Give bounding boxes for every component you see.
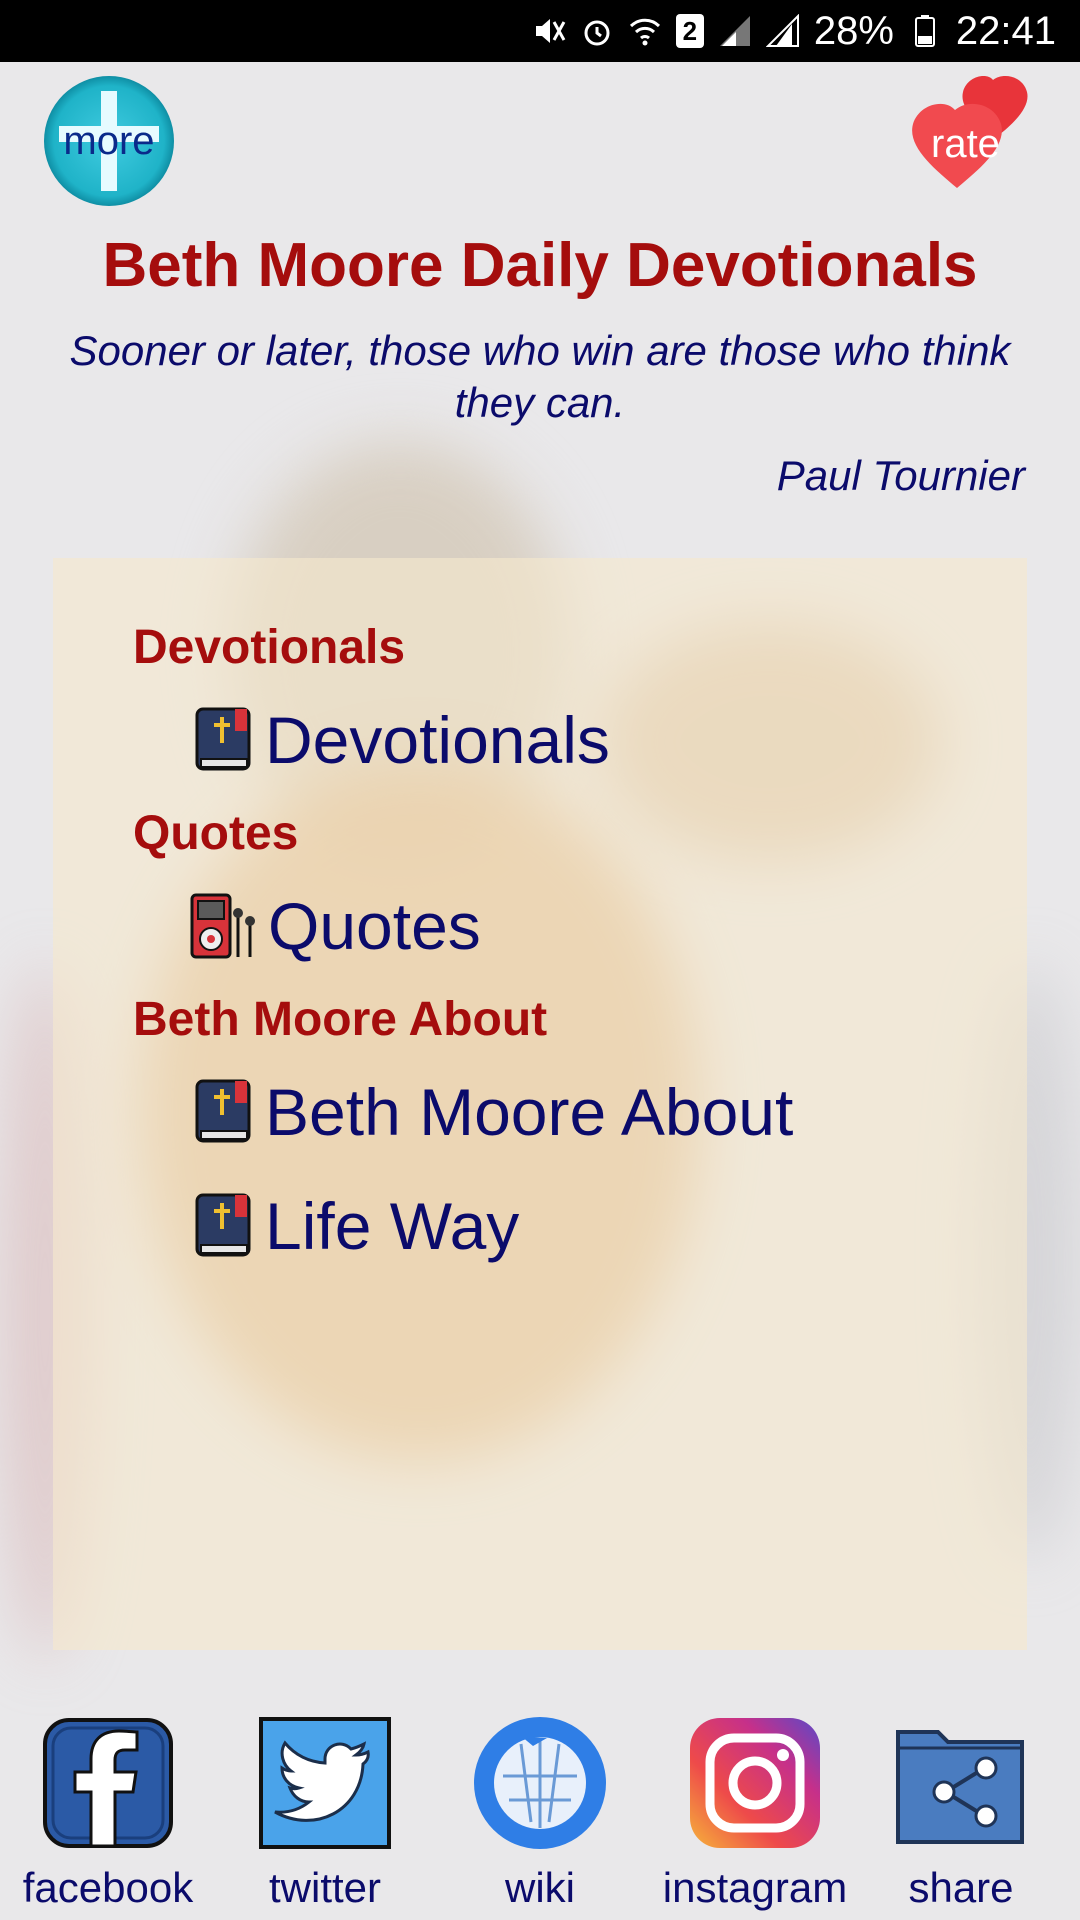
signal-icon	[718, 14, 752, 48]
instagram-icon	[688, 1716, 822, 1850]
social-footer: facebook twitter wiki instagram share	[0, 1716, 1080, 1920]
share-link[interactable]: share	[894, 1716, 1028, 1912]
more-button[interactable]: more	[44, 76, 174, 206]
signal-icon-2	[765, 14, 800, 48]
wikipedia-icon	[473, 1716, 607, 1850]
twitter-icon	[258, 1716, 392, 1850]
quote-author: Paul Tournier	[776, 452, 1025, 499]
rate-label: rate	[931, 122, 1000, 166]
mute-icon	[532, 14, 566, 48]
share-icon	[894, 1716, 1028, 1850]
wifi-icon	[628, 14, 662, 48]
bible-icon	[195, 1193, 253, 1259]
facebook-link[interactable]: facebook	[15, 1716, 201, 1912]
clock: 22:41	[955, 8, 1056, 53]
wiki-label: wiki	[505, 1864, 575, 1911]
battery-percent: 28%	[813, 8, 894, 53]
facebook-label: facebook	[22, 1864, 194, 1911]
instagram-label: instagram	[662, 1864, 848, 1911]
page-title: Beth Moore Daily Devotionals	[102, 231, 978, 300]
bible-icon	[195, 707, 253, 773]
music-player-icon	[190, 893, 256, 959]
instagram-link[interactable]: instagram	[652, 1716, 858, 1912]
twitter-link[interactable]: twitter	[240, 1716, 410, 1912]
twitter-label: twitter	[268, 1864, 381, 1911]
menu-item-label: Quotes	[268, 889, 481, 963]
wiki-link[interactable]: wiki	[470, 1716, 610, 1912]
section-heading-quotes: Quotes	[133, 807, 299, 860]
more-label: more	[63, 118, 155, 163]
quote-text: Sooner or later, those who win are those…	[69, 327, 1011, 426]
section-heading-beth-moore-about: Beth Moore About	[133, 993, 548, 1046]
menu-item-beth-moore-about[interactable]: Beth Moore About	[195, 1074, 793, 1150]
bible-icon	[195, 1079, 253, 1145]
sim-badge: 2	[675, 14, 704, 48]
battery-icon	[908, 14, 942, 48]
menu-item-label: Beth Moore About	[265, 1075, 794, 1149]
menu-item-devotionals[interactable]: Devotionals	[195, 702, 610, 778]
menu-item-label: Life Way	[265, 1189, 520, 1263]
rate-button[interactable]: rate	[895, 72, 1035, 212]
alarm-icon	[580, 14, 614, 48]
share-label: share	[908, 1864, 1014, 1911]
facebook-icon	[41, 1716, 175, 1850]
menu-item-quotes[interactable]: Quotes	[190, 888, 481, 964]
status-bar: 2 28% 22:41	[0, 0, 1080, 62]
menu-item-life-way[interactable]: Life Way	[195, 1188, 519, 1264]
section-heading-devotionals: Devotionals	[133, 621, 406, 674]
menu-item-label: Devotionals	[265, 703, 610, 777]
